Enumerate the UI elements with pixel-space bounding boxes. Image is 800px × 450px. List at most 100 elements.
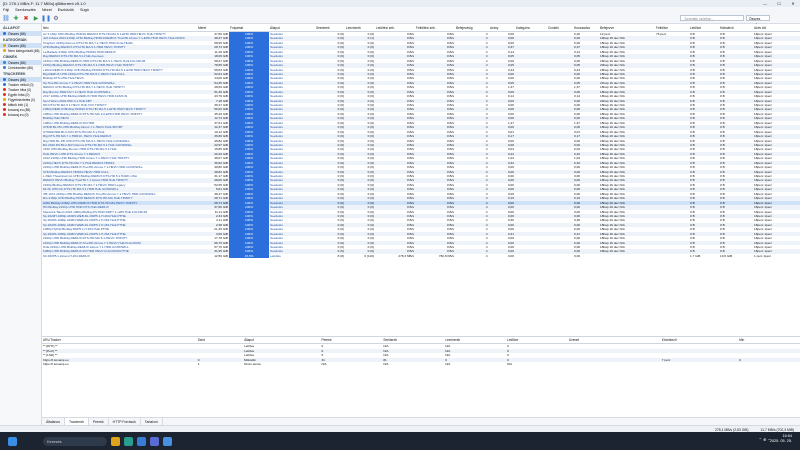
clock[interactable]: 16:54 2025. 05. 25. xyxy=(770,434,792,444)
column-header[interactable]: Méret xyxy=(197,24,229,32)
tab-trackers[interactable]: Trackerek xyxy=(64,418,89,425)
tray-icons[interactable]: ⌃ ⊕ ◔ xyxy=(759,437,770,442)
column-header[interactable]: Címkék xyxy=(547,24,573,32)
column-header[interactable]: Hátralévő xyxy=(719,24,753,32)
download-speed: 278,1 MB/s (2,83 GiB) xyxy=(714,427,749,432)
sidebar-item-label: Összes (86) xyxy=(8,60,26,65)
mail-icon[interactable] xyxy=(137,436,146,446)
search-scope-select[interactable]: Összes mező xyxy=(746,15,770,27)
status-section-title: ÁLLAPOT xyxy=(3,26,20,30)
column-header[interactable]: Aktív idő xyxy=(753,24,800,32)
menu-help[interactable]: Súgó xyxy=(77,8,92,12)
torrent-table: Név Méret Folyamat Állapot Seederek Leecherek… xyxy=(42,24,800,259)
qbittorrent-icon[interactable] xyxy=(163,436,172,446)
globe-icon xyxy=(3,83,6,86)
table-cell xyxy=(547,254,573,258)
settings-icon[interactable]: ⚙ xyxy=(52,14,60,22)
menu-view[interactable]: Nézet xyxy=(39,8,55,12)
pause-icon[interactable]: ❚❚ xyxy=(41,14,51,22)
window-title: [D: 278.1 MB/s F: 11.7 MB/s] qBittorrent… xyxy=(3,1,86,6)
site-icon xyxy=(3,113,6,116)
folder-icon xyxy=(3,44,6,47)
link-icon[interactable]: ⛓ xyxy=(2,14,10,22)
upload-speed: 11,7 MB/s (702,3 MiB) xyxy=(760,427,794,432)
store-icon[interactable] xyxy=(150,436,159,446)
delete-icon[interactable]: ✖ xyxy=(22,14,30,22)
table-cell: Letöltés xyxy=(270,253,281,258)
column-header[interactable]: Seederek xyxy=(315,24,345,32)
tracker-row[interactable]: https://t.kovacsj.eu 1 Nincs elérve N/A N/A N… xyxy=(42,362,800,367)
tracker-panel: URL/Tracker Szint Állapot Peerek Seederek Lee… xyxy=(42,336,800,413)
sidebar-item-label: Egyéb hiba (0) xyxy=(8,92,30,97)
column-header[interactable]: Arány xyxy=(489,24,515,32)
table-cell: ∞ xyxy=(485,253,488,258)
sidebar-item-label: Tracker nélkül (0) xyxy=(8,82,34,87)
column-header[interactable]: Folyamat xyxy=(229,24,269,32)
menu-tools[interactable]: Eszközök xyxy=(55,8,77,12)
tab-http-sources[interactable]: HTTP Források xyxy=(109,418,141,425)
sidebar-item-label: Figyelmeztetés (0) xyxy=(8,97,36,102)
column-header[interactable]: Hozzáadva xyxy=(573,24,599,32)
taskbar-search[interactable]: Keresés xyxy=(43,436,107,446)
table-cell xyxy=(655,254,689,258)
table-cell: 278,3 MB/s xyxy=(398,253,414,258)
menu-file[interactable]: Fájl xyxy=(0,8,12,12)
clock-date: 2025. 05. 25. xyxy=(769,439,792,443)
site-icon xyxy=(3,103,6,106)
error-icon xyxy=(3,88,6,91)
table-cell: SC.DDP5.1.Atmos.H.264.REMUX xyxy=(43,253,90,258)
tags-section-title: CÍMKÉK xyxy=(3,55,18,59)
column-header[interactable]: Letöltési seb. xyxy=(375,24,415,32)
menu-edit[interactable]: Szerkesztés xyxy=(12,8,39,12)
column-header[interactable]: Befejezve xyxy=(599,24,655,32)
column-header[interactable]: Kategória xyxy=(515,24,547,32)
sidebar-item-label: Tracker hiba (0) xyxy=(8,87,32,92)
minimize-button[interactable]: — xyxy=(758,0,772,7)
trackers-section-title: TRACKEREK xyxy=(3,72,26,76)
column-header[interactable]: Leecherek xyxy=(345,24,375,32)
sidebar-item-label: kovacsj.eu (85) xyxy=(8,107,31,112)
tab-general[interactable]: Általános xyxy=(42,418,65,425)
table-cell xyxy=(515,254,547,258)
sidebar-item-label: Összes (86) xyxy=(8,77,26,82)
site-icon xyxy=(3,108,6,111)
sidebar-item-label: Összes (86) xyxy=(8,43,26,48)
sidebar-tracker-7[interactable]: kovacsj.eu (0) xyxy=(0,112,41,117)
edge-icon[interactable] xyxy=(124,436,133,446)
table-cell: 0 (119) xyxy=(364,253,374,258)
explorer-icon[interactable] xyxy=(111,436,120,446)
tracker-cell: N/A xyxy=(507,362,513,367)
taskbar: Keresés ⌃ ⊕ ◔ 16:54 2025. 05. 25. xyxy=(0,432,800,450)
column-header[interactable]: Befejezésig xyxy=(455,24,489,32)
tag-icon xyxy=(3,61,6,64)
warning-icon xyxy=(3,98,6,101)
tab-peers[interactable]: Peerek xyxy=(89,418,109,425)
column-header[interactable]: Letöltve xyxy=(689,24,719,32)
search-input[interactable]: Torrentek szűrése... xyxy=(680,15,744,21)
tracker-cell xyxy=(661,362,738,367)
column-header[interactable]: Feltöltési seb. xyxy=(415,24,455,32)
play-icon[interactable]: ▶ xyxy=(32,14,40,22)
sidebar-item-label: Címkézetlen (86) xyxy=(8,65,34,70)
close-button[interactable]: ✕ xyxy=(786,0,800,7)
table-cell: 0,00 xyxy=(574,253,581,258)
tracker-cell: N/A xyxy=(321,362,327,367)
column-header[interactable]: Feltöltve xyxy=(655,24,689,32)
folder-icon xyxy=(3,49,6,52)
sidebar-item-label: Nem kategorizált (86) xyxy=(8,48,40,53)
column-header[interactable]: Állapot xyxy=(269,24,315,32)
tag-icon xyxy=(3,66,6,69)
table-cell: 1,7 GiB xyxy=(690,253,701,258)
maximize-button[interactable]: ☐ xyxy=(772,0,786,7)
column-header[interactable]: Név xyxy=(42,24,197,32)
table-row[interactable]: SC.DDP5.1.Atmos.H.264.REMUX 12,56 GiB 15,6… xyxy=(42,253,800,259)
table-cell: 12,56 GiB xyxy=(214,253,228,258)
error-icon xyxy=(3,93,6,96)
detail-tabs: Általános Trackerek Peerek HTTP Források… xyxy=(42,417,800,425)
tracker-cell xyxy=(568,362,661,367)
start-icon[interactable] xyxy=(8,436,17,446)
sidebar-item-label: Összes (86) xyxy=(8,31,26,36)
tab-content[interactable]: Tartalom xyxy=(141,418,163,425)
sidebar-item-label: bitturk.info (1) xyxy=(8,102,29,107)
add-icon[interactable]: ✚ xyxy=(12,14,20,22)
